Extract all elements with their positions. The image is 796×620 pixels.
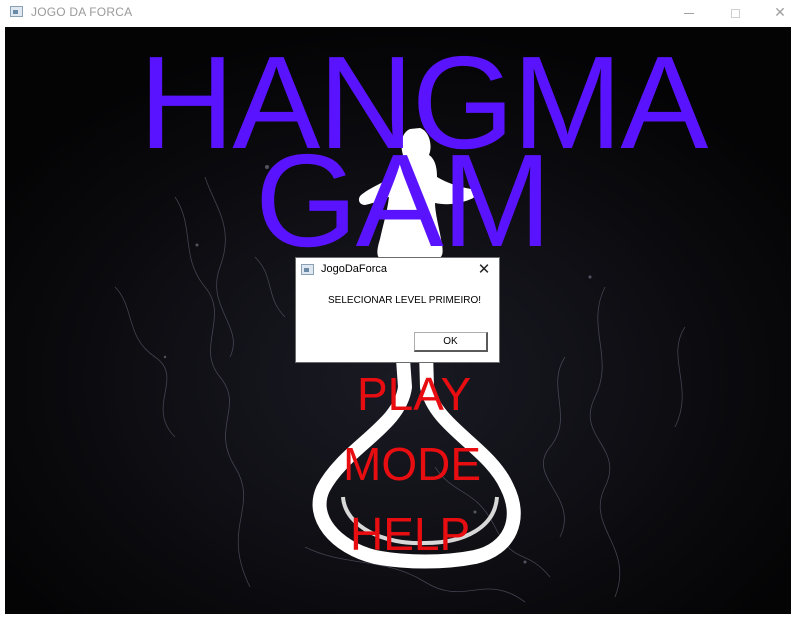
menu-play-button[interactable]: PLAY [357,371,471,417]
dialog-message: SELECIONAR LEVEL PRIMEIRO! [328,295,482,306]
close-icon: ✕ [774,5,786,21]
dialog-app-icon [301,264,314,275]
game-title-line-2: GAM [255,127,552,274]
menu-mode-button[interactable]: MODE [343,441,481,487]
maximize-icon [730,8,740,18]
ok-button[interactable]: OK [414,332,488,352]
menu-help-button[interactable]: HELP [350,511,470,557]
close-button[interactable]: ✕ [757,0,796,26]
app-icon [10,6,23,17]
window-titlebar[interactable]: JOGO DA FORCA ✕ [0,0,796,26]
dialog-title: JogoDaForca [321,263,388,275]
minimize-icon [684,12,694,14]
dialog-close-button[interactable]: ✕ [475,260,493,278]
close-icon: ✕ [477,260,491,278]
minimize-button[interactable] [666,0,712,26]
window-title: JOGO DA FORCA [31,5,133,19]
app-window: JOGO DA FORCA ✕ HANGMA GAM PLAY MODE HEL… [0,0,796,620]
maximize-button[interactable] [712,0,758,26]
alert-dialog: JogoDaForca ✕ SELECIONAR LEVEL PRIMEIRO!… [295,257,500,363]
